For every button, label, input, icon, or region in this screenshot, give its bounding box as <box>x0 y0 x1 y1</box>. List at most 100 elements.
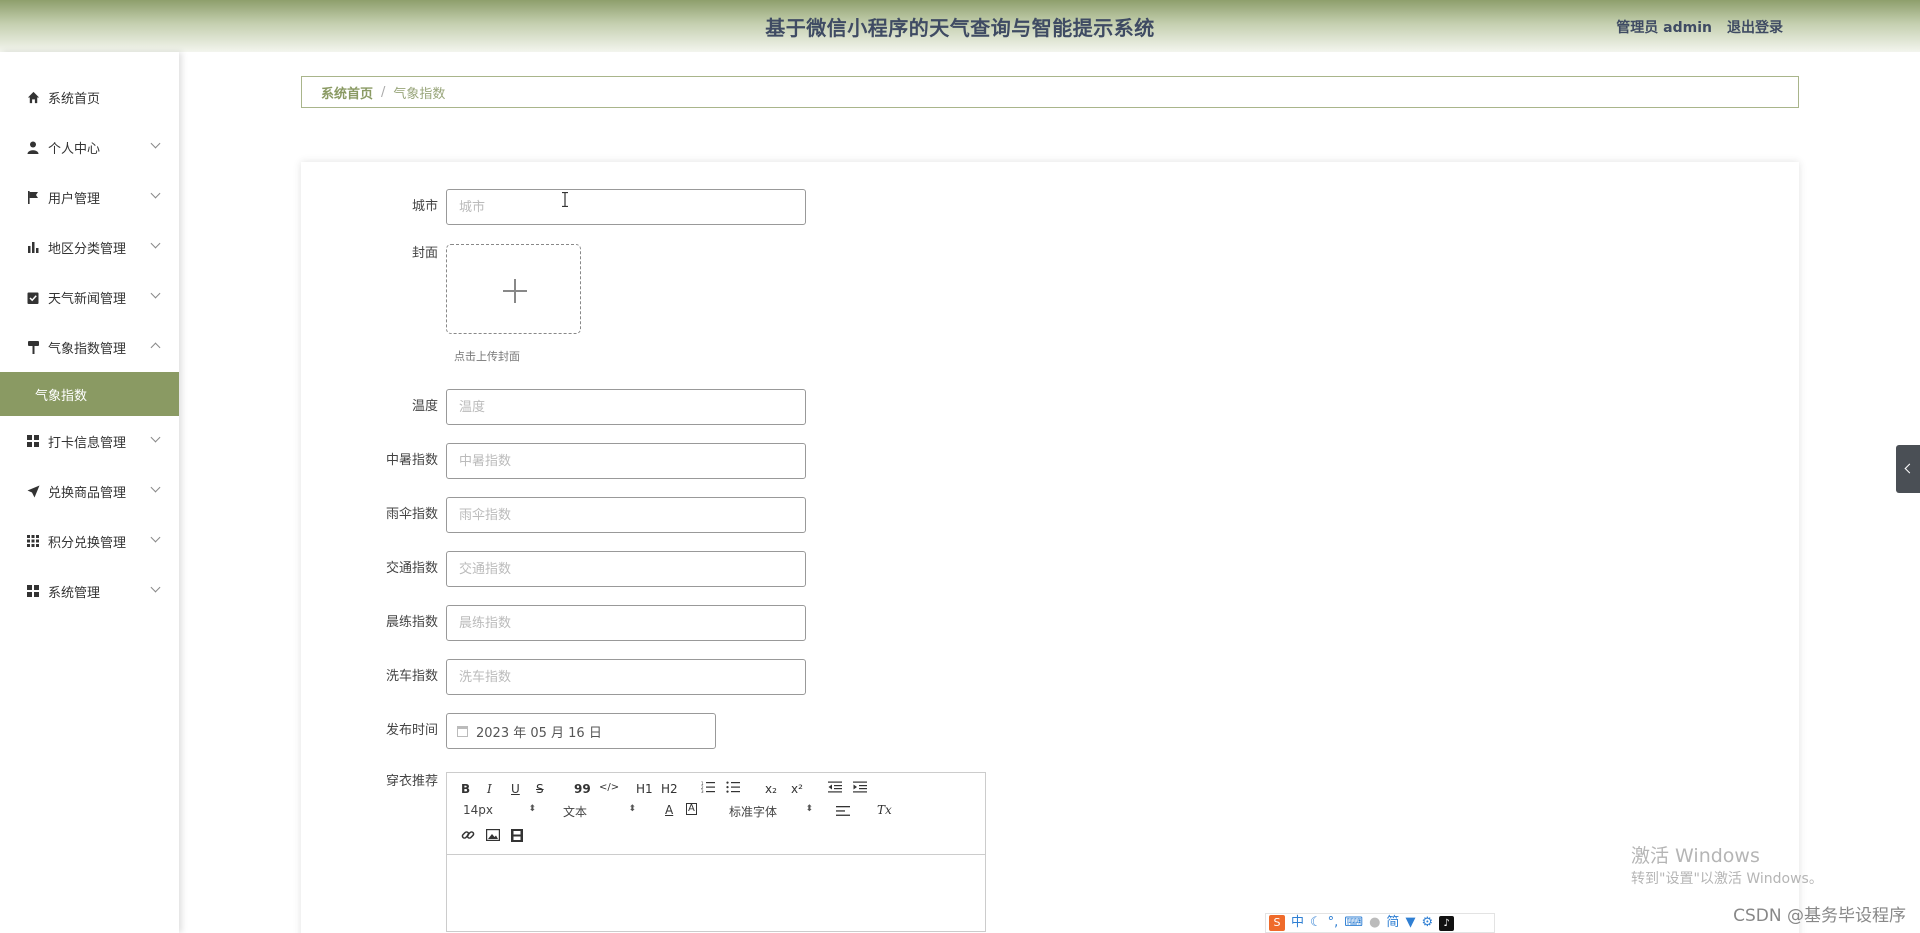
top-bar: 基于微信小程序的天气查询与智能提示系统 管理员 admin 退出登录 <box>0 0 1920 52</box>
umbrella-input[interactable] <box>446 497 806 533</box>
gear-icon[interactable]: ⚙ <box>1421 914 1433 932</box>
cover-hint: 点击上传封面 <box>454 350 520 363</box>
background-color-button[interactable]: A <box>686 803 697 815</box>
form-row-carwash: 洗车指数 <box>301 659 806 695</box>
h1-button[interactable]: H1 <box>636 782 653 796</box>
sidebar-item-label: 系统管理 <box>48 585 101 601</box>
sidebar-item-label: 天气新闻管理 <box>48 291 127 307</box>
sidebar-item-profile[interactable]: 个人中心 <box>0 122 179 172</box>
sidebar-item-system[interactable]: 系统管理 <box>0 566 179 616</box>
strike-button[interactable]: S <box>536 782 544 796</box>
breadcrumb: 系统首页 / 气象指数 <box>301 76 1799 108</box>
bold-button[interactable]: B <box>461 782 470 796</box>
breadcrumb-home[interactable]: 系统首页 <box>321 83 373 102</box>
ordered-list-icon[interactable]: 123 <box>701 781 715 796</box>
image-icon[interactable] <box>486 829 501 844</box>
calendar-icon <box>457 725 468 737</box>
form-row-city: 城市 <box>301 189 806 225</box>
underline-button[interactable]: U <box>511 782 520 796</box>
moon-icon[interactable]: ☾ <box>1310 914 1322 932</box>
form-row-heatstroke: 中暑指数 <box>301 443 806 479</box>
plus-icon-vertical <box>514 279 516 303</box>
svg-text:3: 3 <box>701 789 704 793</box>
editor-toolbar: B I U S 99 </> H1 H2 123 x₂ x² 14px ⬍ 文本… <box>447 773 985 855</box>
font-family-select[interactable]: 标准字体 ⬍ <box>729 803 813 819</box>
form-row-cover: 封面 <box>301 244 581 334</box>
publish-date-picker[interactable]: 2023 年 05 月 16 日 <box>446 713 716 749</box>
exercise-input[interactable] <box>446 605 806 641</box>
bar-chart-icon <box>26 240 40 254</box>
indent-icon[interactable] <box>853 781 867 796</box>
form-row-temperature: 温度 <box>301 389 806 425</box>
breadcrumb-separator: / <box>381 84 386 100</box>
form-row-exercise: 晨练指数 <box>301 605 806 641</box>
traffic-input[interactable] <box>446 551 806 587</box>
sidebar-item-label: 打卡信息管理 <box>48 435 127 451</box>
sidebar-subitem-weather-index[interactable]: 气象指数 <box>0 372 179 416</box>
sidebar-item-users[interactable]: 用户管理 <box>0 172 179 222</box>
umbrella-label: 雨伞指数 <box>385 507 438 522</box>
form-card: 城市 封面 点击上传封面 温度 中暑指数 雨伞指数 交通指数 晨练指数 洗车指数… <box>301 162 1799 933</box>
chevron-down-icon <box>150 432 161 443</box>
punctuation-icon[interactable]: °, <box>1328 914 1339 932</box>
select-arrows-icon: ⬍ <box>628 804 636 814</box>
select-arrows-icon: ⬍ <box>528 804 536 814</box>
side-panel-toggle[interactable] <box>1896 445 1920 493</box>
align-icon[interactable] <box>836 805 850 820</box>
breadcrumb-current: 气象指数 <box>393 86 446 102</box>
chevron-up-icon <box>150 342 161 353</box>
sidebar-item-label: 个人中心 <box>48 141 101 157</box>
sidebar-item-points-exchange[interactable]: 积分兑换管理 <box>0 516 179 566</box>
font-family-value: 标准字体 <box>729 805 778 819</box>
chevron-down-icon <box>150 188 161 199</box>
publish-date-value: 2023 年 05 月 16 日 <box>476 725 602 741</box>
bullet-list-icon[interactable] <box>726 781 740 796</box>
form-row-clothing: 穿衣推荐 B I U S 99 </> H1 H2 123 x₂ x² 14px… <box>301 772 986 932</box>
paragraph-select[interactable]: 文本 ⬍ <box>563 803 636 819</box>
temperature-input[interactable] <box>446 389 806 425</box>
editor-content-area[interactable] <box>447 855 985 931</box>
font-size-select[interactable]: 14px ⬍ <box>463 803 536 819</box>
blockquote-button[interactable]: 99 <box>574 782 591 796</box>
chevron-down-icon <box>150 138 161 149</box>
h2-button[interactable]: H2 <box>661 782 678 796</box>
shirt-icon[interactable]: ▼ <box>1405 914 1415 932</box>
ime-chinese-mode[interactable]: 中 <box>1291 914 1304 932</box>
publish-time-label: 发布时间 <box>385 723 438 738</box>
code-button[interactable]: </> <box>599 782 619 793</box>
video-icon[interactable] <box>511 829 523 845</box>
heatstroke-input[interactable] <box>446 443 806 479</box>
sidebar-item-checkin[interactable]: 打卡信息管理 <box>0 416 179 466</box>
windows-activation-title: 激活 Windows <box>1631 845 1760 867</box>
chevron-down-icon <box>150 482 161 493</box>
chevron-down-icon <box>150 238 161 249</box>
chevron-left-icon <box>1904 463 1915 474</box>
ime-logo-icon[interactable]: S <box>1269 915 1285 931</box>
subscript-button[interactable]: x₂ <box>765 782 777 796</box>
clear-format-button[interactable]: Tx <box>877 803 892 817</box>
sidebar-item-label: 气象指数管理 <box>48 341 127 357</box>
chevron-down-icon <box>150 532 161 543</box>
sidebar-item-weather-index[interactable]: 气象指数管理 <box>0 322 179 372</box>
sidebar-item-home[interactable]: 系统首页 <box>0 72 179 122</box>
ime-simplified[interactable]: 简 <box>1386 914 1399 932</box>
superscript-button[interactable]: x² <box>791 782 803 796</box>
ime-toolbar: S 中 ☾ °, ⌨ ● 简 ▼ ⚙ ♪ <box>1265 913 1495 933</box>
text-cursor-icon <box>562 191 568 208</box>
link-icon[interactable] <box>461 828 475 845</box>
sidebar-item-label: 地区分类管理 <box>48 241 127 257</box>
keyboard-icon[interactable]: ⌨ <box>1344 914 1363 932</box>
sidebar-item-regions[interactable]: 地区分类管理 <box>0 222 179 272</box>
clipboard-check-icon <box>26 290 40 304</box>
tiktok-icon[interactable]: ♪ <box>1439 915 1455 931</box>
italic-button[interactable]: I <box>487 782 492 796</box>
sidebar-item-weather-news[interactable]: 天气新闻管理 <box>0 272 179 322</box>
logout-link[interactable]: 退出登录 <box>1727 17 1783 37</box>
city-input[interactable] <box>446 189 806 225</box>
cover-upload[interactable] <box>446 244 581 334</box>
font-color-button[interactable]: A <box>665 803 673 817</box>
user-icon[interactable]: ● <box>1369 914 1380 932</box>
carwash-input[interactable] <box>446 659 806 695</box>
sidebar-item-products[interactable]: 兑换商品管理 <box>0 466 179 516</box>
outdent-icon[interactable] <box>828 781 842 796</box>
